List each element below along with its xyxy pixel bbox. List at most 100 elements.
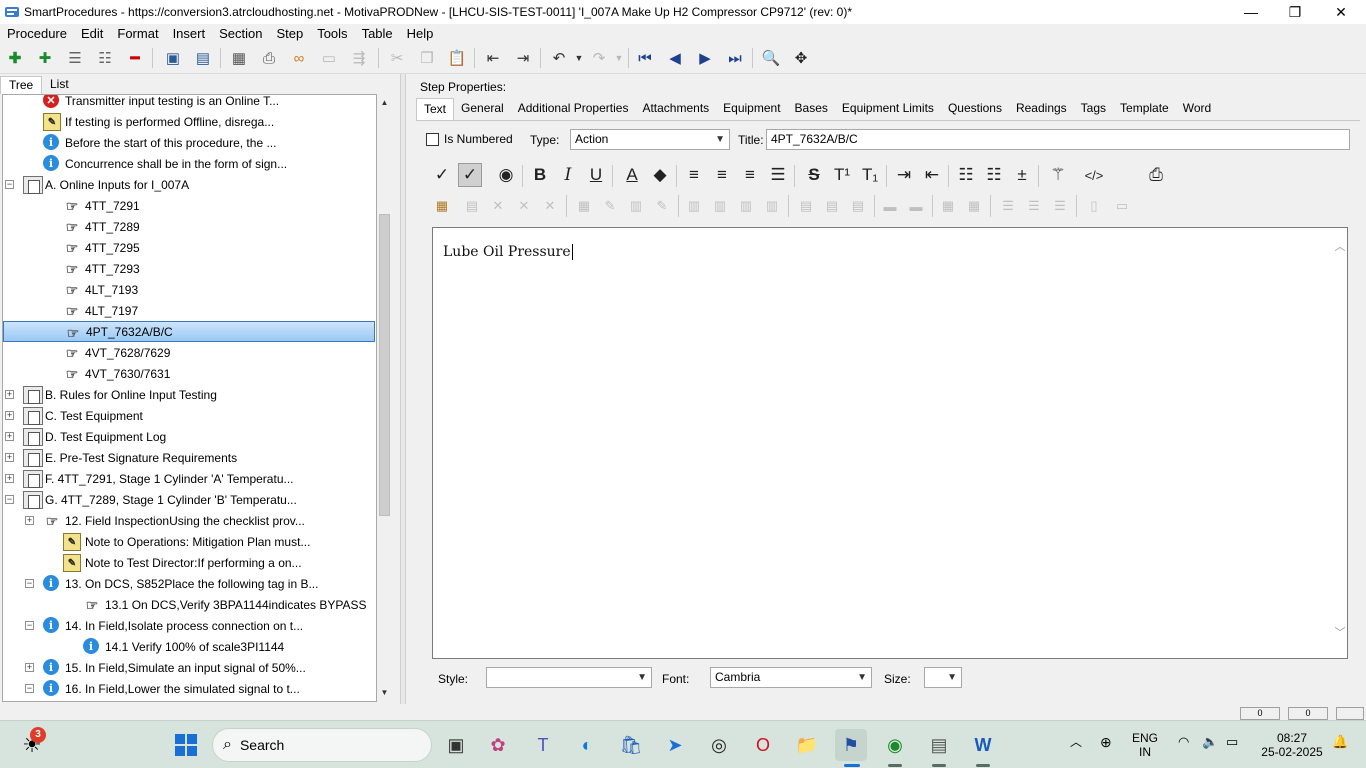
paste-icon[interactable]: 📋 xyxy=(446,47,468,69)
form-icon[interactable]: ▭ xyxy=(318,47,340,69)
list-icon[interactable]: ☰ xyxy=(64,47,86,69)
tab-general[interactable]: General xyxy=(454,98,511,120)
insert-row-above-icon[interactable]: ▤ xyxy=(796,196,816,216)
tree-item[interactable]: − i 16. In Field,Lower the simulated signa… xyxy=(3,678,375,699)
undo-dropdown-icon[interactable]: ▼ xyxy=(568,47,590,69)
tree-item[interactable]: + ☞ 12. Field InspectionUsing the checklis… xyxy=(3,510,375,531)
tree-item[interactable]: + i 15. In Field,Simulate an input signal … xyxy=(3,657,375,678)
rich-text-editor[interactable]: Lube Oil Pressure ︿ ﹀ xyxy=(432,227,1348,659)
expand-icon[interactable]: + xyxy=(5,432,14,441)
table-delete-icon[interactable]: ✕ xyxy=(514,196,534,216)
editor-scrollbar[interactable]: ︿ ﹀ xyxy=(1333,228,1347,658)
windows-start-icon[interactable] xyxy=(170,729,202,761)
collapse-icon[interactable]: − xyxy=(25,684,34,693)
notification-icon[interactable]: 🔔 xyxy=(1332,735,1348,749)
menu-section[interactable]: Section xyxy=(212,26,269,41)
tab-questions[interactable]: Questions xyxy=(941,98,1009,120)
expand-icon[interactable]: + xyxy=(5,453,14,462)
collapse-icon[interactable]: − xyxy=(25,579,34,588)
link-icon[interactable]: ∞ xyxy=(288,47,310,69)
export-icon[interactable]: ▦ xyxy=(228,47,250,69)
pane-splitter[interactable] xyxy=(400,74,406,704)
style-select[interactable]: ▼ xyxy=(486,667,652,688)
cell-brush-icon[interactable]: ✎ xyxy=(652,196,672,216)
tree-item[interactable]: ✎ If testing is performed Offline, disreg… xyxy=(3,111,375,132)
redo-icon[interactable]: ↷ xyxy=(588,47,610,69)
collapse-icon[interactable]: − xyxy=(5,495,14,504)
size-select[interactable]: ▼ xyxy=(924,667,962,688)
opera-icon[interactable]: O xyxy=(747,729,779,761)
last-icon[interactable]: ⏭ xyxy=(724,47,746,69)
tree-item[interactable]: + E. Pre-Test Signature Requirements xyxy=(3,447,375,468)
tree-item[interactable]: − A. Online Inputs for I_007A xyxy=(3,174,375,195)
increase-indent-icon[interactable]: ⇥ xyxy=(892,163,916,187)
task-view-icon[interactable]: ▣ xyxy=(440,729,472,761)
valign-bottom-icon[interactable]: ☰ xyxy=(1050,196,1070,216)
wifi-icon[interactable]: ◠ xyxy=(1178,735,1189,749)
tree-item[interactable]: ☞ 4LT_7197 xyxy=(3,300,375,321)
menu-table[interactable]: Table xyxy=(355,26,400,41)
underline-icon[interactable]: U xyxy=(584,163,608,187)
close-button[interactable]: ✕ xyxy=(1318,0,1364,24)
scroll-thumb[interactable] xyxy=(379,214,390,516)
next-icon[interactable]: ▶ xyxy=(694,47,716,69)
cell-edit-icon[interactable]: ✎ xyxy=(600,196,620,216)
split-cells-icon[interactable]: ▬ xyxy=(906,196,926,216)
redo-dropdown-icon[interactable]: ▼ xyxy=(608,47,630,69)
teams-icon[interactable]: T xyxy=(527,729,559,761)
tree-item[interactable]: ✎ Note to Test Director:If performing a o… xyxy=(3,552,375,573)
cell-props-icon[interactable]: ▦ xyxy=(574,196,594,216)
expand-icon[interactable]: + xyxy=(25,663,34,672)
table-clear-icon[interactable]: ✕ xyxy=(540,196,560,216)
edge-icon[interactable]: ◐ xyxy=(571,729,603,761)
network-globe-icon[interactable]: ⊕ xyxy=(1100,735,1112,749)
is-numbered-checkbox[interactable] xyxy=(426,133,439,146)
minimize-button[interactable]: — xyxy=(1228,0,1274,24)
align-center-icon[interactable]: ≡ xyxy=(710,163,734,187)
tab-equipment[interactable]: Equipment xyxy=(716,98,787,120)
merge-cells-icon[interactable]: ▬ xyxy=(880,196,900,216)
expand-icon[interactable]: + xyxy=(5,474,14,483)
chevron-up-icon[interactable]: ︿ xyxy=(1070,735,1082,749)
cell-padding-icon[interactable]: ▦ xyxy=(938,196,958,216)
cell-spacing-icon[interactable]: ▦ xyxy=(964,196,984,216)
highlight-icon[interactable]: ◆ xyxy=(648,163,672,187)
delete-icon[interactable]: ━ xyxy=(124,47,146,69)
tree-item[interactable]: ☞ 4TT_7293 xyxy=(3,258,375,279)
font-color-icon[interactable]: A xyxy=(620,163,644,187)
tree-item-selected[interactable]: ☞ 4PT_7632A/B/C xyxy=(3,321,375,342)
tree-item[interactable]: + C. Test Equipment xyxy=(3,405,375,426)
cut-icon[interactable]: ✂ xyxy=(386,47,408,69)
numbered-list-icon[interactable]: ☷ xyxy=(982,163,1006,187)
tree-item[interactable]: i 14.1 Verify 100% of scale3PI1144 xyxy=(3,636,375,657)
expand-icon[interactable]: + xyxy=(25,516,34,525)
color-wheel-icon[interactable]: ◉ xyxy=(494,163,518,187)
smartprocedures-icon[interactable]: ⚑ xyxy=(835,729,867,761)
column-props-icon[interactable]: ▥ xyxy=(762,196,782,216)
superscript-icon[interactable]: T¹ xyxy=(830,163,854,187)
scroll-down-icon[interactable]: ▼ xyxy=(379,688,390,700)
tab-additional-properties[interactable]: Additional Properties xyxy=(511,98,636,120)
tree-item[interactable]: ✎ Note to Operations: Mitigation Plan mus… xyxy=(3,531,375,552)
spellcheck-auto-icon[interactable]: ✓ xyxy=(458,163,482,187)
menu-procedure[interactable]: Procedure xyxy=(0,26,74,41)
bold-icon[interactable]: B xyxy=(528,163,552,187)
resize-vertical-icon[interactable]: ▯ xyxy=(1084,196,1104,216)
decrease-indent-icon[interactable]: ⇤ xyxy=(920,163,944,187)
subscript-icon[interactable]: T₁ xyxy=(858,163,882,187)
insert-row-below-icon[interactable]: ▤ xyxy=(822,196,842,216)
resize-horizontal-icon[interactable]: ▭ xyxy=(1112,196,1132,216)
tree-item[interactable]: ☞ 4LT_7193 xyxy=(3,279,375,300)
copy-icon[interactable]: ❐ xyxy=(416,47,438,69)
tree-item[interactable]: ☞ 4VT_7630/7631 xyxy=(3,363,375,384)
menu-format[interactable]: Format xyxy=(110,26,165,41)
tree-item[interactable]: − i 13. On DCS, S852Place the following ta… xyxy=(3,573,375,594)
tree-item[interactable]: ☞ 4TT_7295 xyxy=(3,237,375,258)
file-explorer-icon[interactable]: 📁 xyxy=(791,729,823,761)
print-preview-icon[interactable]: ⎙ xyxy=(1144,163,1168,187)
tree-item[interactable]: ☞ 4TT_7291 xyxy=(3,195,375,216)
tree-scrollbar[interactable]: ▲ ▼ xyxy=(377,94,392,702)
tab-tree[interactable]: Tree xyxy=(0,76,43,94)
spellcheck-icon[interactable]: ✓ xyxy=(430,163,454,187)
delete-column-icon[interactable]: ▥ xyxy=(736,196,756,216)
